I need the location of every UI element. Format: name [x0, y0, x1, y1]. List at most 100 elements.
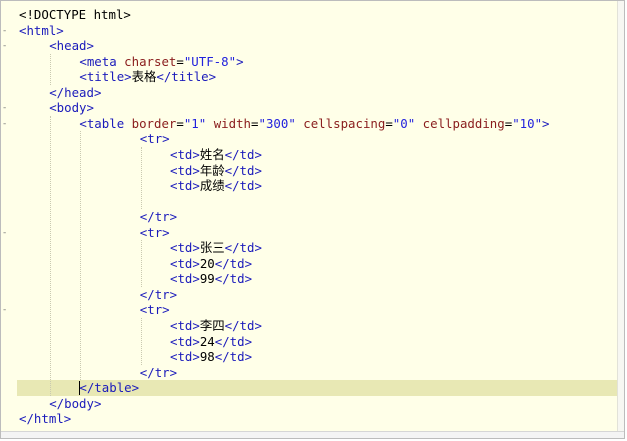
code-line-content: <head>	[49, 38, 94, 54]
code-token: 成绩	[199, 178, 225, 194]
code-token: </head>	[49, 84, 102, 100]
fold-toggle-icon[interactable]: -	[3, 228, 6, 238]
code-token: <td>	[170, 349, 200, 365]
code-line[interactable]: <!DOCTYPE html>	[17, 7, 618, 23]
code-line[interactable]: <td>99</td>	[17, 271, 618, 287]
code-token: </tr>	[139, 286, 178, 302]
code-line-content: </tr>	[140, 209, 177, 225]
code-token: <td>	[170, 162, 200, 178]
fold-toggle-icon[interactable]: -	[3, 103, 6, 113]
code-token: </tr>	[139, 364, 178, 380]
code-editor-text-area[interactable]: <!DOCTYPE html> <html> <head> <meta charset…	[17, 1, 618, 433]
code-line[interactable]: <title>表格</title>	[17, 69, 618, 85]
code-token: =	[176, 115, 184, 131]
code-token: <!DOCTYPE html>	[19, 7, 131, 22]
vertical-scrollbar[interactable]	[617, 1, 624, 433]
code-token: <head>	[49, 38, 94, 54]
code-line[interactable]: <td>98</td>	[17, 349, 618, 365]
code-line[interactable]: <td>张三</td>	[17, 240, 618, 256]
code-token: >	[236, 53, 244, 69]
code-line[interactable]: <body>	[17, 100, 618, 116]
code-line[interactable]: </tr>	[17, 365, 618, 381]
code-line[interactable]: <meta charset="UTF-8">	[17, 54, 618, 70]
code-token: <tr>	[139, 302, 170, 318]
code-token: <table	[79, 115, 132, 131]
code-token: border	[131, 115, 177, 131]
code-line-content: <body>	[49, 100, 94, 116]
code-token: </td>	[224, 162, 262, 178]
code-line[interactable]: <td>成绩</td>	[17, 178, 618, 194]
code-line[interactable]: <html>	[17, 23, 618, 39]
code-token: <body>	[49, 100, 94, 116]
code-line-content: <tr>	[140, 225, 170, 241]
code-line[interactable]: <td>24</td>	[17, 334, 618, 350]
code-line-content: <td>张三</td>	[170, 240, 262, 256]
editor-gutter[interactable]: - - - - - -	[1, 1, 17, 438]
fold-toggle-icon[interactable]: -	[3, 119, 6, 129]
fold-toggle-icon[interactable]: -	[3, 305, 6, 315]
horizontal-scrollbar[interactable]	[1, 431, 624, 438]
code-token: <td>	[170, 271, 200, 287]
code-token: cellspacing	[303, 115, 386, 131]
code-line[interactable]: </body>	[17, 396, 618, 412]
code-token: </html>	[19, 411, 72, 427]
code-line[interactable]: <tr>	[17, 225, 618, 241]
indent-guide	[140, 318, 142, 365]
code-line[interactable]: </tr>	[17, 209, 618, 225]
fold-toggle-icon[interactable]: -	[3, 41, 6, 51]
code-token: "300"	[258, 115, 296, 131]
code-line[interactable]: <table border="1" width="300" cellspacin…	[17, 116, 618, 132]
code-line-content: <!DOCTYPE html>	[19, 7, 131, 23]
code-line[interactable]: </head>	[17, 85, 618, 101]
code-line-content: </tr>	[140, 365, 177, 381]
code-token: 20	[199, 255, 215, 271]
indent-guide	[140, 240, 142, 287]
code-line-content: <td>20</td>	[170, 256, 252, 272]
code-token: <td>	[170, 240, 200, 256]
code-token: <html>	[19, 22, 64, 38]
code-line[interactable]: <tr>	[17, 131, 618, 147]
code-token: 姓名	[199, 146, 225, 162]
code-line-content: <td>年龄</td>	[170, 163, 262, 179]
fold-toggle-icon[interactable]: -	[3, 26, 6, 36]
text-cursor	[79, 381, 81, 396]
code-line[interactable]: </table>	[17, 380, 618, 396]
code-editor-window: - - - - - - <!DOCTYPE html> <html> <head> <meta …	[0, 0, 625, 439]
code-token: 99	[199, 271, 215, 287]
code-line-content: </head>	[49, 85, 101, 101]
code-line-content: <table border="1" width="300" cellspacin…	[79, 116, 549, 132]
code-token: =	[385, 115, 393, 131]
code-token: </td>	[214, 271, 253, 287]
code-line[interactable]: </tr>	[17, 287, 618, 303]
code-token: </title>	[156, 69, 217, 85]
code-token: =	[176, 53, 184, 69]
code-token: </td>	[214, 333, 253, 349]
code-token: <td>	[170, 318, 200, 333]
code-line[interactable]: <td>姓名</td>	[17, 147, 618, 163]
code-line[interactable]: <head>	[17, 38, 618, 54]
code-token: </td>	[224, 318, 262, 333]
code-token: <tr>	[139, 224, 170, 240]
code-line-content: <meta charset="UTF-8">	[79, 54, 243, 70]
code-token: 年龄	[199, 162, 225, 178]
code-line-content: <td>姓名</td>	[170, 147, 262, 163]
code-line-content: <html>	[19, 23, 64, 39]
code-line[interactable]: </html>	[17, 411, 618, 427]
code-token: </tr>	[139, 209, 178, 225]
code-token: 李四	[199, 318, 225, 333]
code-token: 24	[199, 333, 215, 349]
code-line[interactable]: <td>年龄</td>	[17, 163, 618, 179]
code-token: width	[213, 115, 252, 131]
code-token: "UTF-8"	[183, 53, 237, 69]
code-line[interactable]: <tr>	[17, 302, 618, 318]
code-line-content: <td>24</td>	[170, 334, 252, 350]
code-token: cellpadding	[422, 115, 505, 131]
code-line[interactable]	[17, 194, 618, 210]
code-line-content: <td>99</td>	[170, 271, 252, 287]
code-token: 张三	[199, 240, 225, 256]
code-line[interactable]: <td>20</td>	[17, 256, 618, 272]
code-line-content: <td>98</td>	[170, 349, 252, 365]
code-line[interactable]: <td>李四</td>	[17, 318, 618, 334]
code-token: 98	[199, 349, 215, 365]
